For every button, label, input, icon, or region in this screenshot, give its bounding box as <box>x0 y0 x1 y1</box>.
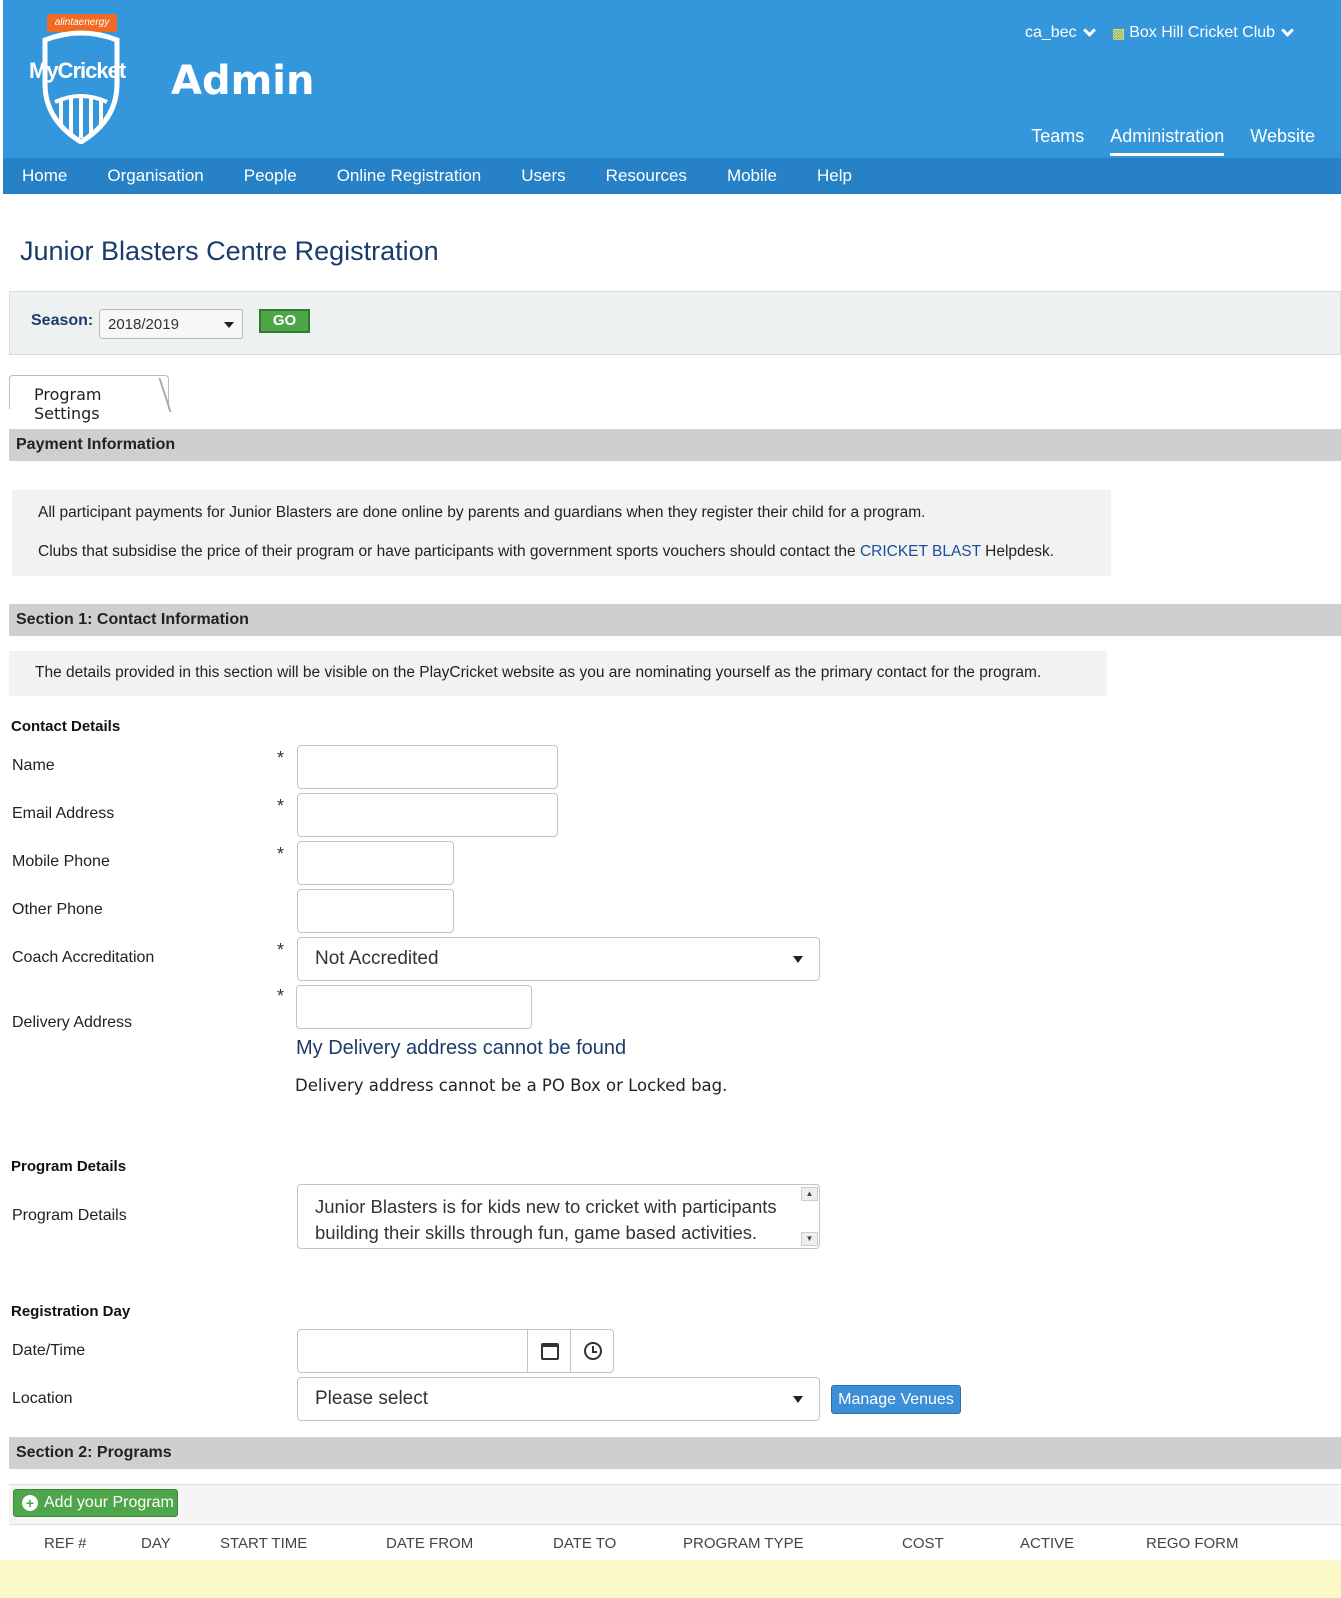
nav-mobile[interactable]: Mobile <box>727 166 777 186</box>
location-select[interactable]: Please select <box>297 1377 820 1421</box>
required-mark: * <box>277 796 285 816</box>
nav-users[interactable]: Users <box>521 166 565 186</box>
contact-details-heading: Contact Details <box>11 718 121 735</box>
programs-table-header: REF # DAY START TIME DATE FROM DATE TO P… <box>9 1524 1341 1560</box>
club-name: Box Hill Cricket Club <box>1129 24 1276 41</box>
section-1-heading: Section 1: Contact Information <box>9 604 1341 636</box>
column-header-cost[interactable]: COST <box>902 1535 944 1552</box>
chevron-down-icon <box>1082 24 1096 37</box>
name-input[interactable] <box>297 745 558 789</box>
cricket-blast-link[interactable]: CRICKET BLAST <box>860 543 981 560</box>
program-details-textarea[interactable]: Junior Blasters is for kids new to crick… <box>297 1184 820 1249</box>
scroll-up-icon[interactable]: ▲ <box>801 1187 818 1201</box>
nav-people[interactable]: People <box>244 166 297 186</box>
column-header-date-from[interactable]: DATE FROM <box>386 1535 473 1552</box>
other-phone-label: Other Phone <box>12 901 103 918</box>
username: ca_bec <box>1025 24 1077 41</box>
section-1-note-box: The details provided in this section wil… <box>9 651 1107 696</box>
coach-accreditation-value: Not Accredited <box>315 948 439 969</box>
datetime-label: Date/Time <box>12 1342 86 1359</box>
delivery-address-label: Delivery Address <box>12 1014 133 1031</box>
location-label: Location <box>12 1390 73 1407</box>
manage-venues-button[interactable]: Manage Venues <box>831 1385 961 1414</box>
nav-resources[interactable]: Resources <box>606 166 687 186</box>
scroll-down-icon[interactable]: ▼ <box>801 1232 818 1246</box>
org-chart-icon: ▩ <box>1112 24 1126 41</box>
datetime-input[interactable] <box>297 1329 614 1373</box>
required-mark: * <box>277 940 285 960</box>
mobile-label: Mobile Phone <box>12 853 110 870</box>
textarea-scrollbar[interactable]: ▲ ▼ <box>799 1185 819 1248</box>
location-value: Please select <box>315 1388 429 1409</box>
email-label: Email Address <box>12 805 115 822</box>
caret-down-icon <box>793 956 803 963</box>
nav-organisation[interactable]: Organisation <box>107 166 203 186</box>
logo-text: MyCricket <box>29 58 126 83</box>
add-program-button[interactable]: + Add your Program <box>13 1489 178 1517</box>
season-bar: Season: 2018/2019 GO <box>9 291 1341 355</box>
top-tabs: Teams Administration Website <box>1031 126 1315 156</box>
registration-day-heading: Registration Day <box>11 1303 131 1320</box>
plus-circle-icon: + <box>22 1495 38 1511</box>
tab-program-settings[interactable]: Program Settings <box>9 375 169 423</box>
other-phone-input[interactable] <box>297 889 454 933</box>
payment-heading: Payment Information <box>9 429 1341 461</box>
column-header-active[interactable]: ACTIVE <box>1020 1535 1074 1552</box>
table-empty-row <box>0 1560 1341 1598</box>
column-header-program-type[interactable]: PROGRAM TYPE <box>683 1535 804 1552</box>
delivery-not-found-link[interactable]: My Delivery address cannot be found <box>296 1037 626 1060</box>
calendar-button[interactable] <box>527 1330 571 1372</box>
mobile-input[interactable] <box>297 841 454 885</box>
required-mark: * <box>277 844 285 864</box>
column-header-rego-form[interactable]: REGO FORM <box>1146 1535 1239 1552</box>
tab-administration[interactable]: Administration <box>1110 126 1225 156</box>
main-nav: Home Organisation People Online Registra… <box>3 158 1341 194</box>
column-header-ref[interactable]: REF # <box>44 1535 87 1552</box>
required-mark: * <box>277 748 285 768</box>
column-header-day[interactable]: DAY <box>141 1535 171 1552</box>
nav-online-registration[interactable]: Online Registration <box>337 166 482 186</box>
delivery-note: Delivery address cannot be a PO Box or L… <box>295 1076 728 1095</box>
chevron-down-icon <box>1281 24 1294 37</box>
nav-home[interactable]: Home <box>22 166 67 186</box>
payment-line-1: All participant payments for Junior Blas… <box>38 504 926 521</box>
name-label: Name <box>12 757 55 774</box>
program-details-label: Program Details <box>12 1207 127 1224</box>
add-program-label: Add your Program <box>44 1494 174 1511</box>
club-menu[interactable]: ▩ Box Hill Cricket Club <box>1112 24 1294 42</box>
section-1-note: The details provided in this section wil… <box>35 664 1042 681</box>
section-2-heading: Section 2: Programs <box>9 1437 1341 1469</box>
column-header-start-time[interactable]: START TIME <box>220 1535 307 1552</box>
program-details-heading: Program Details <box>11 1158 127 1175</box>
app-title: Admin <box>171 58 315 104</box>
email-input[interactable] <box>297 793 558 837</box>
user-menu[interactable]: ca_bec <box>1025 24 1096 42</box>
season-select[interactable]: 2018/2019 <box>99 309 243 339</box>
caret-down-icon <box>793 1396 803 1403</box>
app-header: alintaenergy MyCricket Admin ca_bec ▩ Bo… <box>3 0 1341 158</box>
column-header-date-to[interactable]: DATE TO <box>553 1535 616 1552</box>
shield-icon <box>42 30 120 144</box>
coach-accreditation-select[interactable]: Not Accredited <box>297 937 820 981</box>
payment-line-2: Clubs that subsidise the price of their … <box>38 543 1055 560</box>
tab-website[interactable]: Website <box>1250 126 1315 156</box>
coach-accreditation-label: Coach Accreditation <box>12 949 155 966</box>
time-button[interactable] <box>570 1330 614 1372</box>
caret-down-icon <box>224 322 234 328</box>
mycricket-logo[interactable]: alintaenergy MyCricket <box>27 12 135 144</box>
required-mark: * <box>277 986 285 1006</box>
season-value: 2018/2019 <box>108 316 179 333</box>
tab-teams[interactable]: Teams <box>1031 126 1084 156</box>
go-button[interactable]: GO <box>259 309 310 333</box>
calendar-icon <box>540 1342 559 1360</box>
payment-info-box: All participant payments for Junior Blas… <box>12 490 1111 576</box>
clock-icon <box>583 1342 602 1360</box>
season-label: Season: <box>31 312 94 329</box>
programs-toolbar <box>9 1484 1341 1524</box>
page-title: Junior Blasters Centre Registration <box>20 236 439 266</box>
program-details-text: Junior Blasters is for kids new to crick… <box>315 1196 777 1243</box>
delivery-address-input[interactable] <box>296 985 532 1029</box>
nav-help[interactable]: Help <box>817 166 852 186</box>
